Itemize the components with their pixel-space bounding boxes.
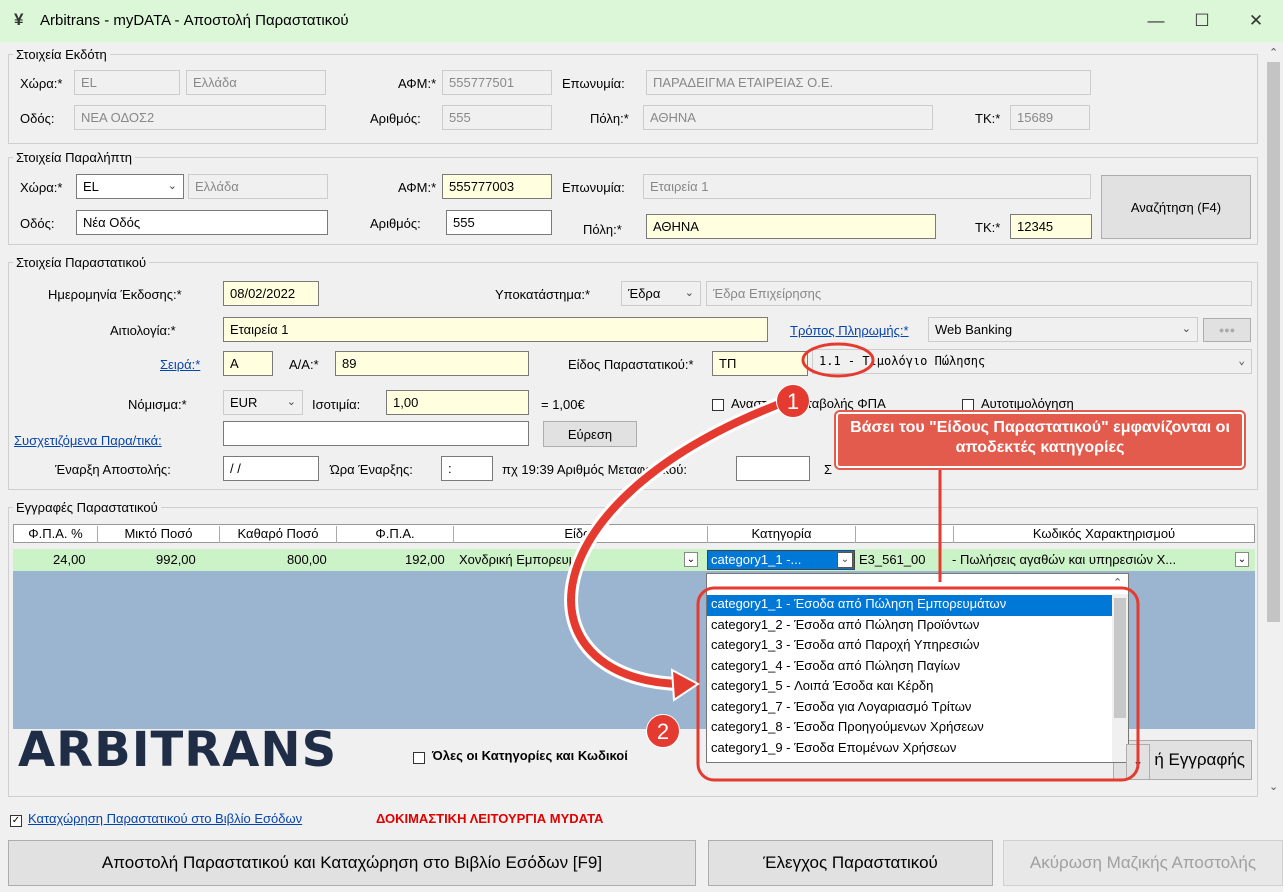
- register-income-link[interactable]: Καταχώρηση Παραστατικού στο Βιβλίο Εσόδω…: [28, 811, 302, 826]
- doc-type-highlight: [801, 342, 875, 378]
- cancel-bulk-send-button[interactable]: Ακύρωση Μαζικής Αποστολής: [1003, 840, 1283, 886]
- step-badge-1: 1: [776, 384, 810, 418]
- arrow-path: [567, 396, 794, 688]
- category-list-highlight: [696, 586, 1140, 782]
- check-document-button[interactable]: Έλεγχος Παραστατικού: [708, 840, 993, 886]
- arrow-head-icon: [670, 668, 700, 702]
- step-badge-2: 2: [646, 714, 680, 748]
- arrow-outline: [564, 393, 797, 691]
- annotation-callout: Βάσει του "Είδους Παραστατικού" εμφανίζο…: [836, 412, 1244, 468]
- register-checkbox[interactable]: ✓: [10, 812, 22, 827]
- send-document-button[interactable]: Αποστολή Παραστατικού και Καταχώρηση στο…: [8, 840, 696, 886]
- test-mode-label: ΔΟΚΙΜΑΣΤΙΚΗ ΛΕΙΤΟΥΡΓΙΑ MYDATA: [376, 811, 604, 826]
